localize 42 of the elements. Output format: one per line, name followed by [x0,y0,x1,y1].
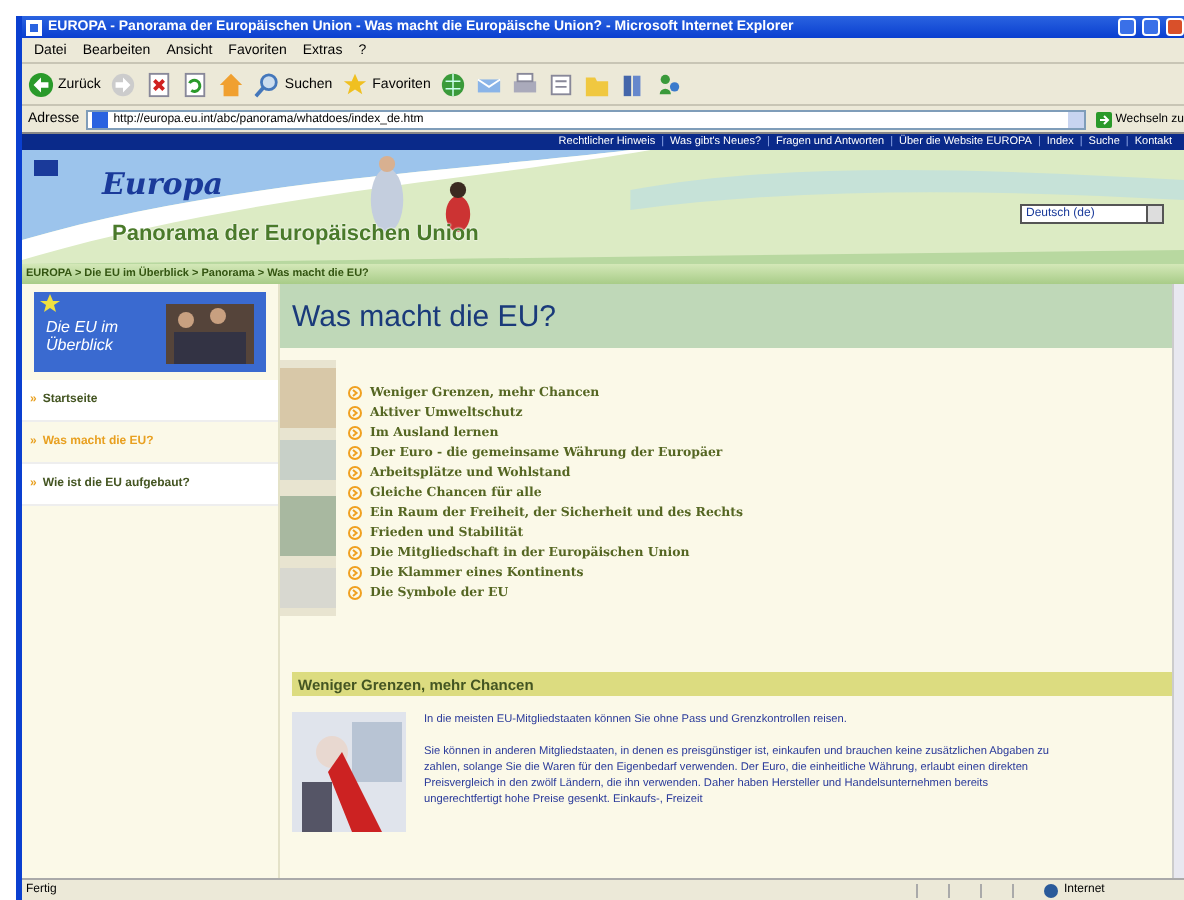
toolbar-button[interactable] [146,71,173,97]
chevron-circle-icon [348,446,362,460]
page-heading: Was macht die EU? [292,299,556,333]
scrollbar[interactable] [1172,284,1184,878]
page-icon [91,111,108,127]
logo: Europa [102,166,223,202]
star-icon [342,71,369,97]
minimize-button[interactable] [1118,18,1136,36]
site-title: Panorama der Europäischen Union [112,222,479,246]
forward-arrow-icon [110,71,137,97]
globe-icon [1044,883,1058,897]
toolbar-button[interactable] [548,71,575,97]
back-arrow-icon [28,71,54,97]
chevron-circle-icon [348,526,362,540]
chevron-circle-icon [348,466,362,480]
toolbar-button[interactable] [512,71,539,97]
printer-icon [512,71,539,97]
house-icon [218,71,245,97]
chevron-circle-icon [348,406,362,420]
arrow-icon [1095,111,1112,127]
stop-icon [146,71,173,97]
dropdown-button[interactable] [1067,111,1084,127]
people-icon [656,71,683,97]
close-button[interactable] [1166,18,1184,36]
maximize-button[interactable] [1142,18,1160,36]
chevron-circle-icon [348,386,362,400]
browser-icon [26,19,42,35]
chevron-circle-icon [348,566,362,580]
chevron-circle-icon [348,486,362,500]
overview-banner[interactable]: Die EU im Überblick [34,292,266,372]
toolbar-button[interactable] [656,71,683,97]
document-icon [548,71,575,97]
toolbar-button[interactable] [440,71,467,97]
flag-icon [34,160,58,176]
chevron-circle-icon [348,506,362,520]
chevron-circle-icon [348,546,362,560]
search-icon [254,71,281,97]
chevron-circle-icon [348,426,362,440]
chevron-circle-icon [348,586,362,600]
refresh-icon [182,71,209,97]
toolbar-button[interactable] [182,71,209,97]
globe-icon [440,71,467,97]
